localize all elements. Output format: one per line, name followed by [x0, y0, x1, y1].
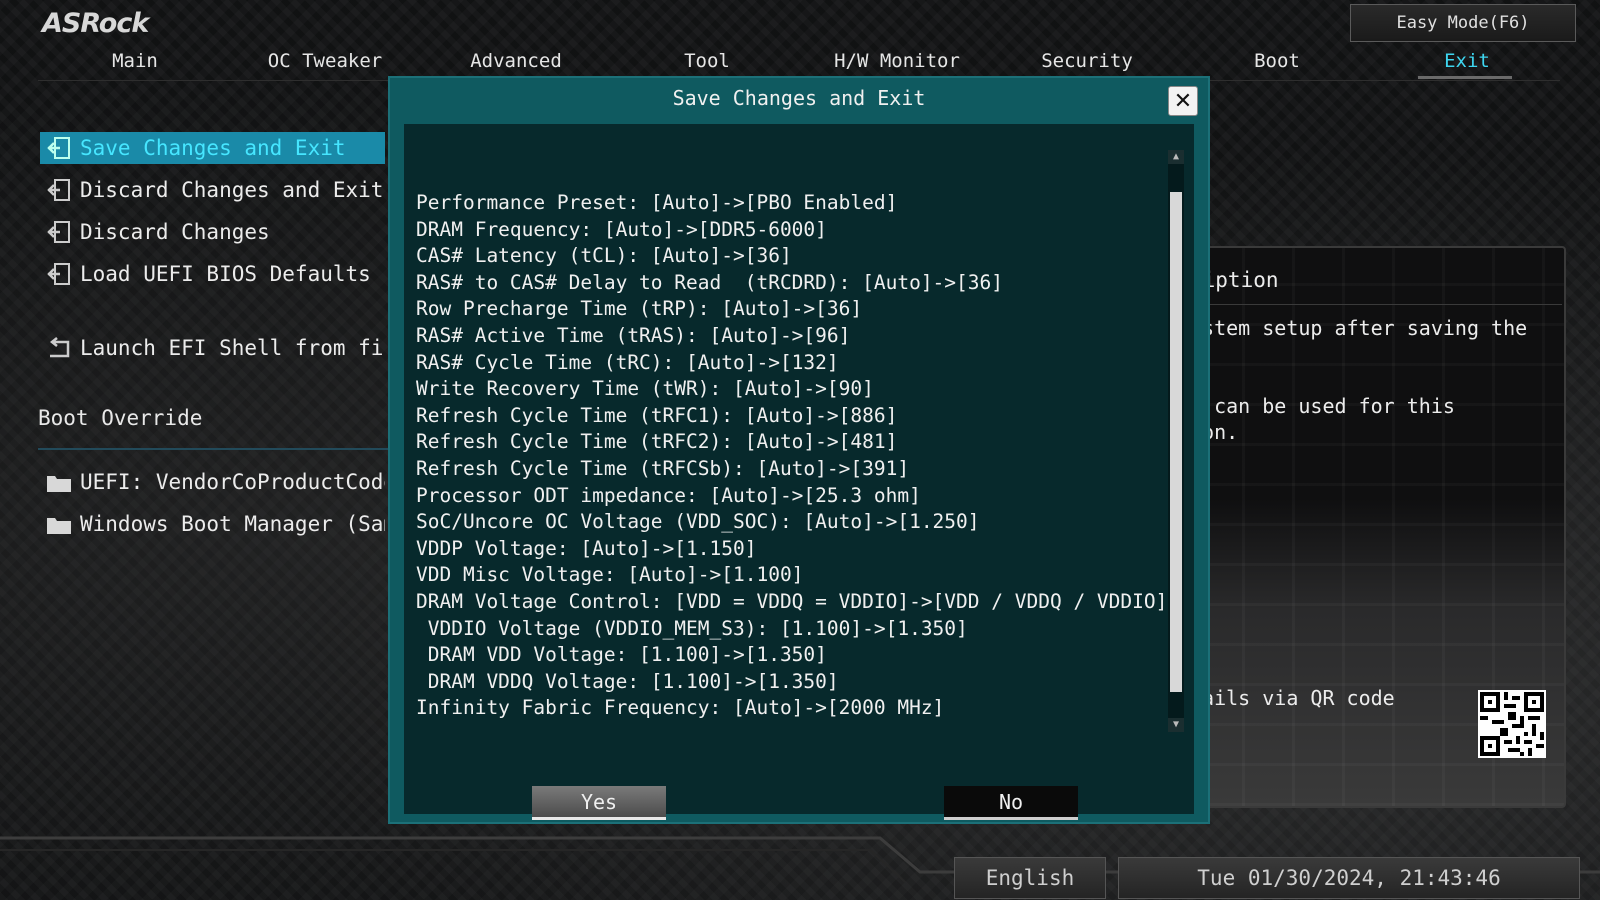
change-line: SoC/Uncore OC Voltage (VDD_SOC): [Auto]-…: [416, 510, 980, 534]
change-line: VDDIO Voltage (VDDIO_MEM_S3): [1.100]->[…: [416, 616, 968, 640]
datetime-display: Tue 01/30/2024, 21:43:46: [1118, 857, 1580, 899]
change-line: Processor ODT impedance: [Auto]->[25.3 o…: [416, 483, 921, 507]
change-line: DRAM Voltage Control: [VDD = VDDQ = VDDI…: [416, 589, 1168, 613]
dialog-content: Performance Preset: [Auto]->[PBO Enabled…: [404, 124, 1194, 820]
save-changes-dialog: Save Changes and Exit ✕ Performance Pres…: [388, 76, 1210, 824]
dialog-scrollbar[interactable]: ▲ ▼: [1168, 150, 1184, 732]
menu-item-label: UEFI: VendorCoProductCode 2.00: [80, 470, 385, 494]
return-arrow-icon: [46, 336, 72, 360]
change-line: Row Precharge Time (tRP): [Auto]->[36]: [416, 297, 863, 321]
scrollbar-thumb[interactable]: [1170, 192, 1182, 692]
menu-item-label: Load UEFI BIOS Defaults: [80, 262, 371, 286]
no-button[interactable]: No: [944, 786, 1078, 820]
scroll-up-arrow-icon[interactable]: ▲: [1168, 150, 1184, 164]
description-divider: [1190, 304, 1562, 305]
change-line: CAS# Latency (tCL): [Auto]->[36]: [416, 244, 792, 268]
change-line: RAS# Cycle Time (tRC): [Auto]->[132]: [416, 350, 839, 374]
tab-tool[interactable]: Tool: [684, 46, 730, 76]
main-tabs: Main OC Tweaker Advanced Tool H/W Monito…: [0, 46, 1600, 80]
change-line: DRAM VDD Voltage: [1.100]->[1.350]: [416, 643, 827, 667]
exit-door-icon: [46, 220, 72, 244]
changes-list: Performance Preset: [Auto]->[PBO Enabled…: [416, 190, 1167, 722]
yes-button[interactable]: Yes: [532, 786, 666, 820]
description-line: ystem setup after saving the: [1190, 316, 1528, 340]
boot-override-label: Boot Override: [38, 406, 203, 430]
boot-item-uefi-vendor[interactable]: UEFI: VendorCoProductCode 2.00: [40, 466, 385, 498]
easy-mode-button[interactable]: Easy Mode(F6): [1350, 4, 1576, 42]
active-tab-indicator: [1418, 76, 1512, 79]
exit-door-icon: [46, 136, 72, 160]
menu-save-changes-and-exit[interactable]: Save Changes and Exit: [40, 132, 385, 164]
tab-boot[interactable]: Boot: [1254, 46, 1300, 76]
change-line: Refresh Cycle Time (tRFCSb): [Auto]->[39…: [416, 456, 910, 480]
menu-load-uefi-defaults[interactable]: Load UEFI BIOS Defaults: [40, 258, 385, 290]
menu-item-label: Windows Boot Manager (Samsung: [80, 512, 385, 536]
tab-oc-tweaker[interactable]: OC Tweaker: [268, 46, 382, 76]
tab-security[interactable]: Security: [1041, 46, 1133, 76]
qr-caption: tails via QR code: [1190, 686, 1395, 710]
menu-item-label: Discard Changes and Exit: [80, 178, 384, 202]
menu-discard-changes[interactable]: Discard Changes: [40, 216, 385, 248]
change-line: Refresh Cycle Time (tRFC2): [Auto]->[481…: [416, 430, 898, 454]
change-line: DRAM VDDQ Voltage: [1.100]->[1.350]: [416, 669, 839, 693]
menu-launch-efi-shell[interactable]: Launch EFI Shell from filesyst: [40, 332, 385, 364]
change-line: Performance Preset: [Auto]->[PBO Enabled…: [416, 191, 898, 214]
change-line: Infinity Fabric Frequency: [Auto]->[2000…: [416, 696, 945, 720]
tab-hw-monitor[interactable]: H/W Monitor: [834, 46, 960, 76]
exit-door-icon: [46, 178, 72, 202]
menu-item-label: Discard Changes: [80, 220, 270, 244]
change-line: DRAM Frequency: [Auto]->[DDR5-6000]: [416, 217, 827, 241]
asrock-logo: ASRock: [42, 8, 149, 39]
change-line: Refresh Cycle Time (tRFC1): [Auto]->[886…: [416, 403, 898, 427]
dialog-title: Save Changes and Exit: [672, 86, 926, 110]
change-line: VDDP Voltage: [Auto]->[1.150]: [416, 536, 757, 560]
tab-advanced[interactable]: Advanced: [470, 46, 562, 76]
menu-discard-changes-and-exit[interactable]: Discard Changes and Exit: [40, 174, 385, 206]
exit-door-icon: [46, 262, 72, 286]
menu-item-label: Save Changes and Exit: [80, 136, 346, 160]
qr-code-icon[interactable]: [1478, 690, 1546, 758]
change-line: RAS# Active Time (tRAS): [Auto]->[96]: [416, 323, 851, 347]
boot-override-divider: [38, 448, 388, 450]
change-line: VDD Misc Voltage: [Auto]->[1.100]: [416, 563, 804, 587]
folder-icon: [46, 470, 72, 494]
scroll-down-arrow-icon[interactable]: ▼: [1168, 718, 1184, 732]
language-button[interactable]: English: [954, 857, 1106, 899]
description-line: y can be used for this: [1190, 394, 1455, 418]
close-icon[interactable]: ✕: [1168, 86, 1198, 116]
change-line: RAS# to CAS# Delay to Read (tRCDRD): [Au…: [416, 270, 1003, 294]
change-line: Write Recovery Time (tWR): [Auto]->[90]: [416, 377, 874, 401]
menu-item-label: Launch EFI Shell from filesyst: [80, 336, 385, 360]
tab-exit[interactable]: Exit: [1444, 46, 1490, 76]
folder-icon: [46, 512, 72, 536]
tab-main[interactable]: Main: [112, 46, 158, 76]
boot-item-windows-boot-manager[interactable]: Windows Boot Manager (Samsung: [40, 508, 385, 540]
